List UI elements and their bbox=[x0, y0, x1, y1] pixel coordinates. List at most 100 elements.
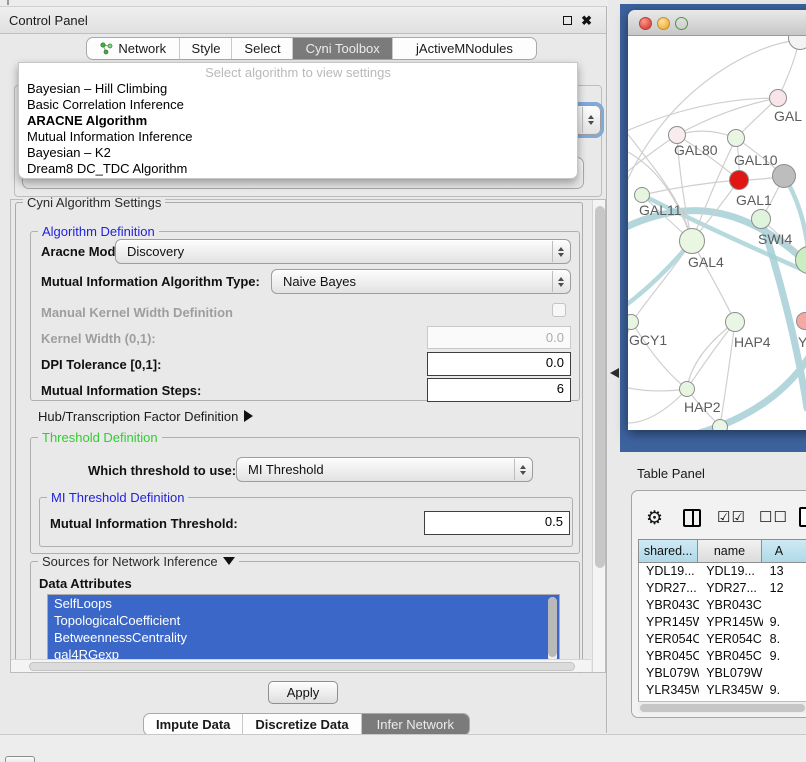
threshold-definition-group: Threshold Definition Which threshold to … bbox=[30, 437, 580, 554]
table-panel-titlebar: Table Panel bbox=[608, 452, 806, 490]
mi-threshold-group-label: MI Threshold Definition bbox=[47, 490, 188, 505]
tab-discretize-data[interactable]: Discretize Data bbox=[243, 714, 361, 735]
app-screen: Control Panel ✖ Network Style Select Cyn bbox=[0, 0, 806, 762]
node-hap4[interactable] bbox=[725, 312, 745, 332]
tab-impute-data[interactable]: Impute Data bbox=[144, 714, 243, 735]
table-cell bbox=[763, 665, 806, 682]
table-row[interactable]: YBL079WYBL079W bbox=[639, 665, 806, 682]
mi-type-combo[interactable]: Naive Bayes bbox=[271, 269, 571, 294]
mi-steps-field[interactable]: 6 bbox=[427, 378, 571, 402]
close-traffic-icon[interactable] bbox=[639, 17, 652, 30]
table-row[interactable]: YER054CYER054C8. bbox=[639, 631, 806, 648]
spinner-icon bbox=[552, 271, 569, 292]
attributes-scrollbar[interactable] bbox=[548, 597, 557, 662]
attribute-item[interactable]: TopologicalCoefficient bbox=[48, 612, 559, 629]
table-cell: YDL19... bbox=[639, 563, 699, 580]
manual-kernel-checkbox[interactable] bbox=[552, 303, 566, 317]
partial-bottom-button[interactable] bbox=[5, 756, 35, 762]
node-hap2[interactable] bbox=[679, 381, 695, 397]
table-row[interactable]: YPR145WYPR145W9. bbox=[639, 614, 806, 631]
hub-definition-toggle[interactable]: Hub/Transcription Factor Definition bbox=[38, 409, 253, 424]
checked-boxes-icon[interactable]: ☑☑ bbox=[717, 508, 746, 526]
node-hap2-label: HAP2 bbox=[684, 399, 721, 415]
cyni-settings-group-label: Cyni Algorithm Settings bbox=[23, 195, 165, 210]
data-attributes-list: SelfLoopsTopologicalCoefficientBetweenne… bbox=[47, 594, 560, 665]
algorithm-option[interactable]: Bayesian – K2 bbox=[19, 145, 577, 161]
table-hscrollbar[interactable] bbox=[638, 701, 806, 713]
table-cell: YBR043C bbox=[699, 597, 762, 614]
algorithm-dropdown-list: Select algorithm to view settings Bayesi… bbox=[18, 62, 578, 179]
columns-icon[interactable] bbox=[683, 509, 701, 527]
manual-kernel-label: Manual Kernel Width Definition bbox=[41, 305, 233, 320]
attribute-item[interactable]: BetweennessCentrality bbox=[48, 629, 559, 646]
settings-hscrollbar[interactable] bbox=[11, 659, 591, 672]
gear-icon[interactable]: ⚙ bbox=[646, 507, 663, 530]
table-cell: YBR045C bbox=[639, 648, 699, 665]
column-header-1[interactable]: shared... bbox=[638, 539, 698, 563]
node-partial-bottom[interactable] bbox=[712, 419, 728, 430]
network-view[interactable]: GALGAL80GAL10GAL1GAL11SWI4GAL4GCY1HAP4YH… bbox=[628, 36, 806, 430]
top-edge-artifact bbox=[7, 0, 9, 5]
node-gal-top-label: GAL bbox=[774, 108, 802, 124]
mi-type-label: Mutual Information Algorithm Type: bbox=[41, 274, 260, 289]
table-row[interactable]: YDR27...YDR27...12 bbox=[639, 580, 806, 597]
dpi-tolerance-label: DPI Tolerance [0,1]: bbox=[41, 357, 161, 372]
settings-vscrollbar[interactable] bbox=[592, 200, 605, 672]
float-icon[interactable] bbox=[563, 16, 572, 25]
node-gray[interactable] bbox=[772, 164, 796, 188]
node-gal4[interactable] bbox=[679, 228, 705, 254]
table-cell: YBR045C bbox=[699, 648, 762, 665]
algorithm-option[interactable]: Bayesian – Hill Climbing bbox=[19, 81, 577, 97]
document-icon[interactable] bbox=[799, 507, 806, 527]
node-gal1[interactable] bbox=[729, 170, 749, 190]
table-cell: YBL079W bbox=[639, 665, 699, 682]
aracne-mode-combo[interactable]: Discovery bbox=[115, 239, 571, 264]
table-cell: 9. bbox=[763, 682, 806, 699]
combo-spinner-icon bbox=[582, 107, 599, 133]
algorithm-options: Bayesian – Hill ClimbingBasic Correlatio… bbox=[19, 81, 577, 177]
dpi-tolerance-field[interactable]: 0.0 bbox=[427, 352, 571, 376]
which-threshold-value: MI Threshold bbox=[248, 462, 324, 477]
unchecked-boxes-icon[interactable]: ☐☐ bbox=[759, 508, 788, 526]
table-row[interactable]: YLR345WYLR345W9. bbox=[639, 682, 806, 699]
zoom-traffic-icon[interactable] bbox=[675, 17, 688, 30]
kernel-width-field[interactable]: 0.0 bbox=[427, 326, 571, 349]
tab-cyni-toolbox[interactable]: Cyni Toolbox bbox=[293, 38, 392, 59]
tab-jactivemnodules[interactable]: jActiveMNodules bbox=[393, 38, 536, 59]
column-header-3[interactable]: A bbox=[762, 539, 806, 563]
algorithm-option[interactable]: Basic Correlation Inference bbox=[19, 97, 577, 113]
apply-button[interactable]: Apply bbox=[268, 681, 338, 704]
network-window: GALGAL80GAL10GAL1GAL11SWI4GAL4GCY1HAP4YH… bbox=[628, 10, 806, 430]
tab-style[interactable]: Style bbox=[180, 38, 232, 59]
table-row[interactable]: YDL19...YDL19...13 bbox=[639, 563, 806, 580]
sources-group: Sources for Network Inference Data Attri… bbox=[30, 561, 580, 673]
table-row[interactable]: YBR043CYBR043C bbox=[639, 597, 806, 614]
algorithm-option[interactable]: ARACNE Algorithm bbox=[19, 113, 577, 129]
algorithm-option[interactable]: Mutual Information Inference bbox=[19, 129, 577, 145]
algorithm-option[interactable]: Dream8 DC_TDC Algorithm bbox=[19, 161, 577, 177]
cyni-algorithm-settings-group: Cyni Algorithm Settings Algorithm Defini… bbox=[15, 202, 583, 670]
node-gal11[interactable] bbox=[634, 187, 650, 203]
table-cell: YLR345W bbox=[639, 682, 699, 699]
table-row[interactable]: YBR045CYBR045C9. bbox=[639, 648, 806, 665]
which-threshold-combo[interactable]: MI Threshold bbox=[236, 457, 533, 482]
table-cell bbox=[763, 597, 806, 614]
aracne-mode-value: Discovery bbox=[127, 244, 184, 259]
node-gal10[interactable] bbox=[727, 129, 745, 147]
sources-group-label: Sources for Network Inference bbox=[38, 554, 239, 569]
node-gal-top[interactable] bbox=[769, 89, 787, 107]
control-panel-title: Control Panel bbox=[9, 13, 88, 28]
minimize-traffic-icon[interactable] bbox=[657, 17, 670, 30]
cyni-mode-tabbar: Impute Data Discretize Data Infer Networ… bbox=[143, 713, 470, 736]
tab-infer-network[interactable]: Infer Network bbox=[362, 714, 469, 735]
tab-network[interactable]: Network bbox=[87, 38, 180, 59]
close-icon[interactable]: ✖ bbox=[581, 16, 592, 26]
network-window-titlebar[interactable] bbox=[628, 10, 806, 36]
mi-threshold-field[interactable]: 0.5 bbox=[424, 511, 570, 535]
node-swi4[interactable] bbox=[751, 209, 771, 229]
column-header-2[interactable]: name bbox=[698, 539, 761, 563]
table-cell: YDR27... bbox=[639, 580, 699, 597]
node-gal11-label: GAL11 bbox=[639, 202, 682, 218]
attribute-item[interactable]: SelfLoops bbox=[48, 595, 559, 612]
tab-select[interactable]: Select bbox=[232, 38, 293, 59]
